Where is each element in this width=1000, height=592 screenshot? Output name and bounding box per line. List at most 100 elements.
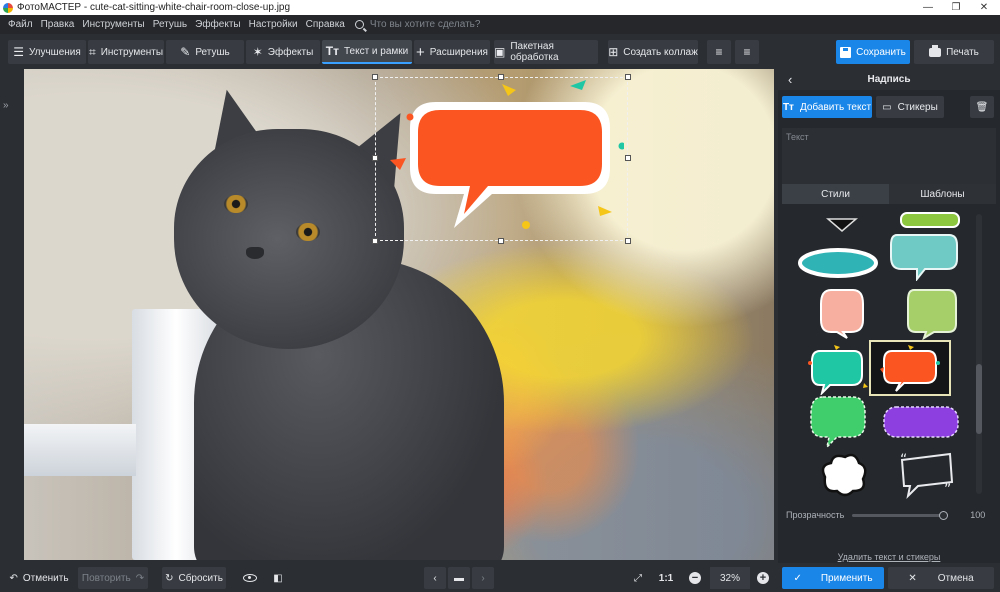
tab-text-frames[interactable]: Tт Текст и рамки (322, 40, 412, 64)
style-item[interactable] (802, 449, 882, 501)
zoom-level[interactable]: 32% (710, 567, 750, 589)
actual-size-button[interactable]: 1:1 (654, 567, 678, 589)
style-item[interactable] (884, 229, 964, 281)
menu-bar: Файл Правка Инструменты Ретушь Эффекты Н… (0, 15, 1000, 34)
svg-text:“: “ (900, 452, 907, 468)
title-bar: ФотоМАСТЕР - cute-cat-sitting-white-chai… (0, 0, 1000, 15)
style-item[interactable]: “” (886, 449, 966, 501)
scrollbar-thumb[interactable] (976, 364, 982, 434)
zoom-in-button[interactable]: + (752, 567, 774, 589)
style-tabs: Стили Шаблоны (782, 184, 996, 204)
tab-styles[interactable]: Стили (782, 184, 889, 204)
redo-button[interactable]: Повторить ↷ (78, 567, 148, 589)
magic-wand-icon: ✶ (252, 45, 263, 59)
style-item[interactable] (878, 397, 964, 449)
sticker-selection-box[interactable] (372, 74, 631, 244)
opacity-slider-knob[interactable] (939, 510, 949, 520)
resize-handle-e[interactable] (625, 155, 631, 161)
cancel-button[interactable]: ✕ Отмена (888, 567, 994, 589)
stickers-label: Стикеры (897, 101, 938, 113)
next-image-button[interactable]: › (472, 567, 494, 589)
printer-icon (929, 44, 942, 57)
style-item[interactable] (790, 237, 886, 289)
tab-tools-label: Инструменты (100, 46, 164, 58)
chevron-right-icon: › (481, 572, 485, 584)
add-text-button[interactable]: Tт Добавить текст (782, 96, 872, 118)
tab-extensions-label: Расширения (429, 46, 488, 58)
style-item[interactable] (892, 287, 972, 340)
black-triangle-bubble-icon (825, 218, 859, 232)
svg-text:”: ” (944, 482, 951, 498)
minimize-button[interactable]: — (914, 0, 942, 15)
tab-enhancements-label: Улучшения (28, 46, 81, 58)
resize-handle-w[interactable] (372, 155, 378, 161)
resize-handle-ne[interactable] (625, 74, 631, 80)
history-info-button[interactable]: ≡ (735, 40, 759, 64)
previous-image-button[interactable]: ‹ (424, 567, 446, 589)
print-button[interactable]: Печать (914, 40, 994, 64)
style-grid-scrollbar[interactable] (976, 214, 982, 494)
opacity-value: 100 (970, 510, 986, 520)
open-folder-button[interactable]: ▬ (448, 567, 470, 589)
back-chevron-icon[interactable]: ‹ (788, 72, 792, 87)
photo-chair-rail (24, 424, 136, 476)
orange-confetti-bubble-icon (880, 345, 940, 392)
batch-processing-button[interactable]: ▣ Пакетная обработка (494, 40, 598, 64)
menu-help[interactable]: Справка (302, 19, 349, 30)
stickers-button[interactable]: ▭ Стикеры (876, 96, 944, 118)
menu-edit[interactable]: Правка (37, 19, 79, 30)
resize-handle-s[interactable] (498, 238, 504, 244)
delete-button[interactable]: 🗑 (970, 96, 994, 118)
tab-templates[interactable]: Шаблоны (889, 184, 996, 204)
menu-settings[interactable]: Настройки (245, 19, 302, 30)
photo-cat-head (174, 129, 404, 349)
history-add-button[interactable]: ≡ (707, 40, 731, 64)
save-button[interactable]: Сохранить (836, 40, 910, 64)
menu-tools[interactable]: Инструменты (78, 19, 148, 30)
text-input[interactable]: Текст (782, 128, 996, 184)
text-input-placeholder: Текст (786, 132, 809, 142)
purple-dashed-bubble-icon (883, 406, 959, 438)
menu-retouch[interactable]: Ретушь (149, 19, 191, 30)
style-item[interactable] (802, 287, 882, 339)
expand-sidebar-icon[interactable]: » (3, 100, 17, 112)
compare-button[interactable]: ◧ (266, 567, 290, 589)
resize-handle-se[interactable] (625, 238, 631, 244)
tab-extensions[interactable]: + Расширения (414, 40, 490, 64)
style-item[interactable] (798, 343, 878, 395)
apply-button[interactable]: ✓ Применить (782, 567, 884, 589)
tab-retouch[interactable]: ✎ Ретушь (166, 40, 244, 64)
resize-handle-sw[interactable] (372, 238, 378, 244)
close-window-button[interactable]: ✕ (970, 0, 998, 15)
menu-search[interactable]: Что вы хотите сделать? (354, 19, 480, 30)
resize-handle-n[interactable] (498, 74, 504, 80)
tab-effects[interactable]: ✶ Эффекты (246, 40, 320, 64)
opacity-slider[interactable] (852, 510, 949, 520)
teal-oval-bubble-icon (798, 248, 878, 278)
caption-panel: ‹ Надпись Tт Добавить текст ▭ Стикеры 🗑 … (778, 68, 1000, 563)
save-icon (840, 46, 852, 58)
style-item[interactable] (798, 395, 878, 449)
remove-text-stickers-link[interactable]: Удалить текст и стикеры (778, 552, 1000, 562)
preview-eye-button[interactable] (238, 567, 262, 589)
tab-tools[interactable]: ⌗ Инструменты (88, 40, 164, 64)
style-item[interactable] (802, 209, 882, 239)
photo-cat-nose (246, 247, 264, 259)
create-collage-button[interactable]: ⊞ Создать коллаж (608, 40, 698, 64)
resize-handle-nw[interactable] (372, 74, 378, 80)
maximize-button[interactable]: ❐ (942, 0, 970, 15)
zoom-out-button[interactable]: − (684, 567, 706, 589)
collage-icon: ⊞ (608, 45, 619, 59)
reset-button[interactable]: ↻ Сбросить (162, 567, 226, 589)
fit-screen-icon: ⤢ (634, 572, 642, 584)
reset-icon: ↻ (165, 572, 174, 584)
undo-button[interactable]: ↶ Отменить (6, 567, 72, 589)
tab-enhancements[interactable]: ☰ Улучшения (8, 40, 86, 64)
fit-screen-button[interactable]: ⤢ (626, 567, 650, 589)
tab-text-frames-label: Текст и рамки (343, 45, 409, 57)
brush-icon: ✎ (180, 45, 191, 59)
menu-file[interactable]: Файл (4, 19, 37, 30)
style-item-selected[interactable] (869, 340, 951, 396)
list-info-icon: ≡ (743, 45, 751, 59)
menu-effects[interactable]: Эффекты (191, 19, 244, 30)
